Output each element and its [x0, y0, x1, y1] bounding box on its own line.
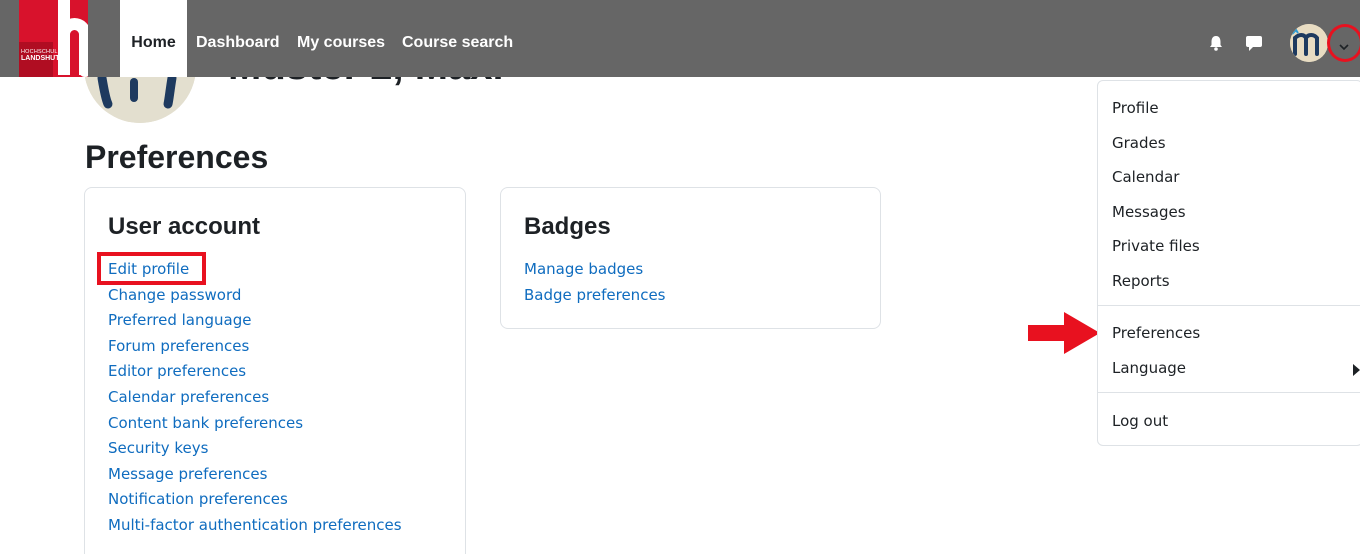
- hochschule-landshut-logo[interactable]: HOCHSCHULE LANDSHUT: [19, 0, 88, 77]
- badges-card: Badges Manage badges Badge preferences: [500, 187, 881, 329]
- link-forum-preferences[interactable]: Forum preferences: [108, 336, 402, 362]
- link-label: Calendar preferences: [108, 387, 270, 406]
- link-message-preferences[interactable]: Message preferences: [108, 464, 402, 490]
- link-badge-preferences[interactable]: Badge preferences: [524, 285, 665, 311]
- user-account-links: Edit profile Change password Preferred l…: [108, 259, 402, 541]
- link-content-bank-preferences[interactable]: Content bank preferences: [108, 413, 402, 439]
- logo-shape: [79, 36, 88, 77]
- nav-home[interactable]: Home: [120, 0, 187, 77]
- link-change-password[interactable]: Change password: [108, 285, 402, 311]
- badges-links: Manage badges Badge preferences: [524, 259, 665, 310]
- link-label: Message preferences: [108, 464, 268, 483]
- menu-item-profile[interactable]: Profile: [1112, 98, 1159, 118]
- logo-text-line2: LANDSHUT: [21, 55, 60, 62]
- link-label: Change password: [108, 285, 242, 304]
- red-arrow-icon: [1028, 312, 1100, 354]
- edit-profile-highlight: [97, 252, 206, 285]
- link-label: Forum preferences: [108, 336, 250, 355]
- user-menu-dropdown: Profile Grades Calendar Messages Private…: [1097, 80, 1360, 446]
- badges-title: Badges: [524, 213, 611, 240]
- link-mfa-preferences[interactable]: Multi-factor authentication preferences: [108, 515, 402, 541]
- menu-item-reports[interactable]: Reports: [1112, 271, 1170, 291]
- link-label: Multi-factor authentication preferences: [108, 515, 402, 534]
- link-label: Preferred language: [108, 311, 252, 330]
- menu-item-private-files[interactable]: Private files: [1112, 236, 1200, 256]
- menu-item-log-out[interactable]: Log out: [1112, 411, 1168, 431]
- link-label: Badge preferences: [524, 285, 666, 304]
- link-label: Content bank preferences: [108, 413, 304, 432]
- menu-item-preferences[interactable]: Preferences: [1112, 323, 1200, 343]
- chat-icon[interactable]: [1245, 35, 1263, 52]
- link-calendar-preferences[interactable]: Calendar preferences: [108, 387, 402, 413]
- page-title: Preferences: [85, 139, 269, 175]
- link-label: Security keys: [108, 439, 209, 458]
- user-menu-toggle[interactable]: [1327, 24, 1360, 62]
- link-label: Manage badges: [524, 260, 644, 278]
- menu-divider: [1098, 305, 1360, 306]
- avatar[interactable]: [1290, 24, 1328, 62]
- link-notification-preferences[interactable]: Notification preferences: [108, 489, 402, 515]
- user-account-title: User account: [108, 213, 261, 240]
- menu-item-grades[interactable]: Grades: [1112, 133, 1166, 153]
- link-label: Editor preferences: [108, 362, 247, 381]
- menu-item-messages[interactable]: Messages: [1112, 202, 1186, 222]
- caret-right-icon: [1353, 361, 1360, 376]
- nav-my-courses[interactable]: My courses: [297, 0, 385, 77]
- menu-item-language[interactable]: Language: [1112, 358, 1186, 378]
- user-account-card: User account Edit profile Change passwor…: [84, 187, 466, 554]
- link-editor-preferences[interactable]: Editor preferences: [108, 361, 402, 387]
- menu-item-calendar[interactable]: Calendar: [1112, 167, 1179, 187]
- chevron-down-icon: [1338, 37, 1350, 51]
- link-preferred-language[interactable]: Preferred language: [108, 310, 402, 336]
- link-security-keys[interactable]: Security keys: [108, 438, 402, 464]
- link-label: Notification preferences: [108, 490, 288, 509]
- nav-course-search[interactable]: Course search: [402, 0, 513, 77]
- bell-icon[interactable]: [1209, 35, 1223, 51]
- menu-divider: [1098, 392, 1360, 393]
- nav-dashboard[interactable]: Dashboard: [196, 0, 280, 77]
- link-manage-badges[interactable]: Manage badges: [524, 259, 665, 285]
- top-navbar: HOCHSCHULE LANDSHUT Home Dashboard My co…: [0, 0, 1360, 77]
